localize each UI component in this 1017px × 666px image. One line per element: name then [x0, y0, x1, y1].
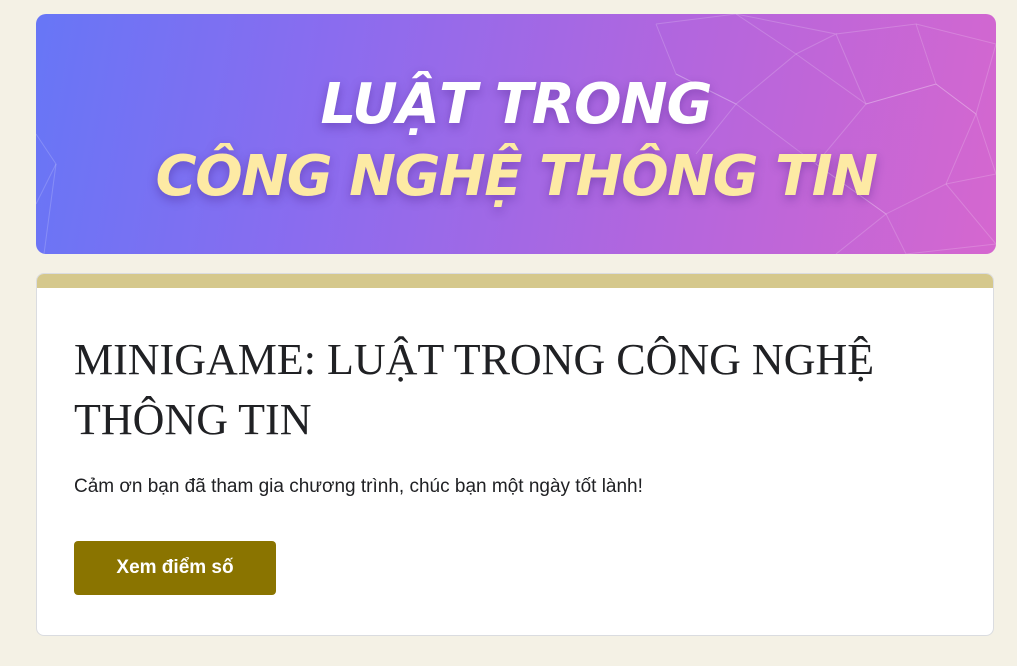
card-accent-bar [37, 274, 993, 288]
form-description: Cảm ơn bạn đã tham gia chương trình, chú… [74, 476, 643, 497]
form-title: MINIGAME: LUẬT TRONG CÔNG NGHỆ THÔNG TIN [74, 335, 875, 444]
view-score-button[interactable]: Xem điểm số [74, 541, 276, 595]
header-banner-image: LUẬT TRONG CÔNG NGHỆ THÔNG TIN [36, 14, 996, 254]
banner-title-line-1: LUẬT TRONG [320, 72, 713, 137]
banner-title-line-2: CÔNG NGHỆ THÔNG TIN [155, 144, 878, 209]
form-header-card: MINIGAME: LUẬT TRONG CÔNG NGHỆ THÔNG TIN… [36, 273, 994, 636]
